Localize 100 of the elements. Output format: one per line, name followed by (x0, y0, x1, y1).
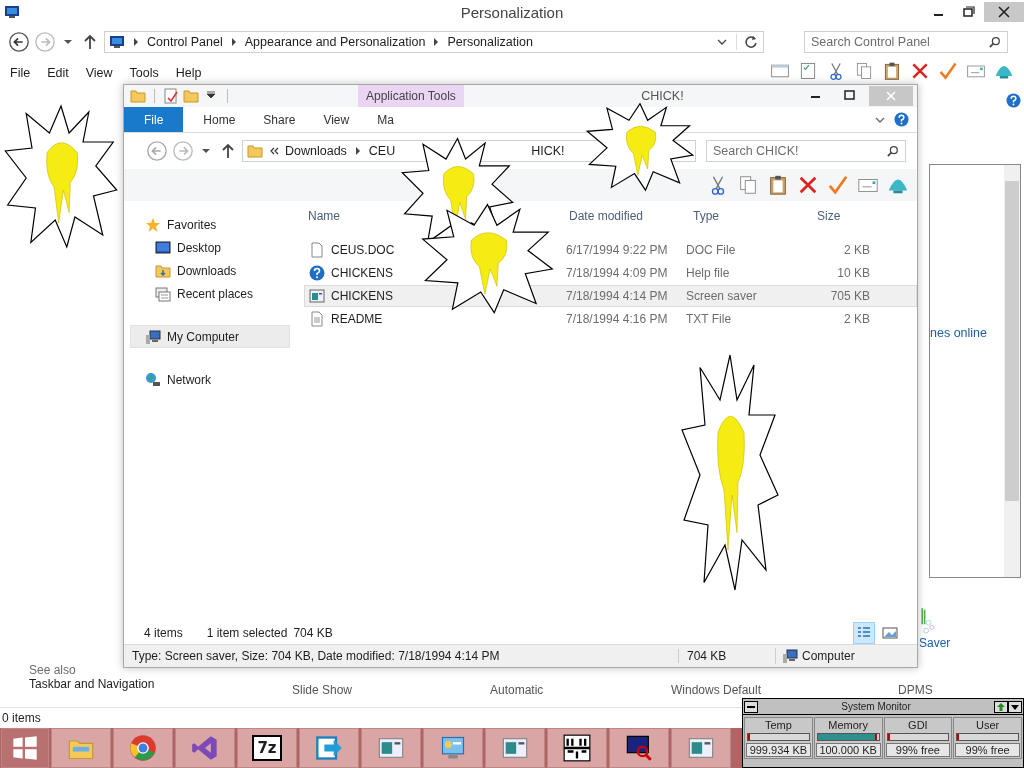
meter-label: Temp (764, 719, 792, 731)
magnifier-monitor-icon (625, 734, 653, 762)
refresh-icon[interactable] (736, 34, 759, 50)
online-link[interactable]: nes online (930, 326, 987, 340)
clipboard-icon[interactable] (767, 174, 789, 196)
nav-item[interactable]: Favorites (130, 213, 290, 236)
menu-item[interactable]: Help (175, 60, 202, 80)
copy-icon[interactable] (854, 61, 874, 81)
file-name: CEUS.DOC (331, 243, 395, 257)
taskbar-button[interactable] (609, 728, 669, 768)
ribbon-tab[interactable]: Home (189, 107, 250, 132)
menu-item[interactable]: Tools (129, 60, 159, 80)
menu-item[interactable]: Edit (47, 60, 69, 80)
clipboard-icon[interactable] (882, 61, 902, 81)
up-arrow-icon[interactable] (221, 143, 235, 159)
breadcrumb-item[interactable]: CEU (368, 144, 396, 158)
close-icon[interactable] (984, 2, 1024, 22)
file-row[interactable]: CEUS.DOC 6/17/1994 9:22 PM DOC File 2 KB (304, 239, 917, 261)
menu-item[interactable]: File (10, 60, 31, 80)
file-name: CHICKENS (331, 266, 393, 280)
setting-label[interactable]: Slide Show (292, 683, 490, 697)
ribbon-tab[interactable]: View (309, 107, 364, 132)
breadcrumb-item[interactable]: Downloads (285, 144, 347, 158)
up-arrow-icon[interactable] (83, 34, 97, 50)
checkmark-icon[interactable] (938, 61, 958, 81)
ribbon-tab[interactable]: Share (249, 107, 310, 132)
menu-box-icon[interactable] (744, 700, 758, 713)
details-view-icon[interactable] (853, 622, 875, 644)
nav-label: Recent places (177, 286, 254, 301)
dropdown-icon[interactable] (206, 91, 216, 101)
help-icon[interactable] (894, 112, 909, 127)
dropdown-icon[interactable] (1008, 700, 1022, 713)
control-panel-icon (439, 734, 467, 762)
dropdown-icon[interactable] (717, 37, 727, 47)
taskbar-button[interactable] (547, 728, 607, 768)
file-row[interactable]: CHICKENS 7/18/1994 4:14 PM Screen saver 705 KB (304, 285, 917, 307)
search-icon[interactable] (989, 36, 1001, 48)
nav-item[interactable]: Recent places (130, 282, 290, 305)
column-header[interactable]: Date modified (565, 209, 689, 223)
breadcrumb-item[interactable]: HICK! (531, 144, 565, 158)
up-arrow-icon[interactable] (994, 700, 1008, 713)
monitor-icon (4, 4, 20, 20)
file-details: Type: Screen saver, Size: 704 KB, Date modified: 7/18/1994 4:14 PM (131, 649, 501, 663)
taskbar-button[interactable]: 7z (237, 728, 297, 768)
nav-label: Downloads (177, 263, 237, 278)
taskbar-link[interactable]: Taskbar and Navigation (0, 677, 292, 691)
search-field[interactable]: Search Control Panel (804, 31, 1008, 53)
ball-icon (129, 734, 157, 762)
file-row[interactable]: README 7/18/1994 4:16 PM TXT File 2 KB (304, 308, 917, 330)
nav-item[interactable]: Downloads (130, 259, 290, 282)
dropdown-icon[interactable] (63, 37, 73, 47)
setting-label[interactable]: Windows Default (671, 683, 898, 697)
setting-label[interactable]: Automatic (490, 683, 671, 697)
date-cell-text: 7/18/1994 4:14 PM (565, 289, 669, 303)
meter-reading: 99% free (955, 743, 1020, 757)
menu-item[interactable]: View (85, 60, 113, 80)
screensaver-link[interactable]: Saver (919, 636, 951, 650)
double-chevron-icon (269, 147, 279, 155)
meter-label: User (976, 719, 1000, 731)
help-icon[interactable] (1006, 93, 1021, 108)
back-icon[interactable] (8, 31, 30, 53)
window-icon (309, 288, 325, 304)
nav-item[interactable]: My Computer (130, 325, 290, 348)
monitor-icon (109, 34, 125, 50)
meter-label: GDI (908, 719, 928, 731)
desktop-icon (155, 239, 171, 256)
ribbon-tab[interactable]: Ma (363, 107, 408, 132)
cross-icon[interactable] (910, 61, 930, 81)
document-icon (309, 242, 325, 258)
address-bar[interactable]: Control Panel Appearance and Personalization Personalization (104, 31, 764, 53)
dropdown-icon[interactable] (201, 146, 211, 156)
column-header[interactable]: Size (813, 209, 889, 223)
file-row[interactable]: CHICKENS 7/18/1994 4:09 PM Help file 10 KB (304, 262, 917, 284)
infinity-icon (191, 734, 219, 762)
search-field[interactable]: Search CHICK! (706, 140, 906, 162)
properties-icon[interactable] (163, 88, 179, 104)
search-input[interactable]: Search Control Panel (805, 35, 989, 49)
copy-icon[interactable] (737, 174, 759, 196)
column-header[interactable]: Type (689, 209, 813, 223)
window-title: CHICK! (640, 89, 685, 103)
cross-icon[interactable] (797, 174, 819, 196)
nav-label: Desktop (177, 240, 222, 255)
nav-item[interactable]: Desktop (130, 236, 290, 259)
section-heading: See also (29, 663, 77, 679)
recent-icon (155, 285, 171, 302)
checklist-icon[interactable] (798, 61, 818, 81)
checkmark-icon[interactable] (827, 174, 849, 196)
breadcrumb-item[interactable]: Appearance and Personalization (244, 35, 426, 49)
computer-icon (145, 328, 161, 345)
screensaver-icon[interactable] (919, 606, 935, 636)
setting-label[interactable]: DPMS (898, 683, 933, 697)
column-header[interactable]: Name (304, 209, 565, 223)
nav-item[interactable]: Network (130, 368, 290, 391)
breadcrumb-item[interactable]: Personalization (447, 35, 533, 49)
context-tab-header: Application Tools (358, 85, 464, 107)
search-input[interactable]: Search CHICK! (707, 144, 887, 158)
window-title: Personalization (459, 3, 565, 21)
scrollbar[interactable] (1004, 165, 1020, 577)
breadcrumb-item[interactable]: Control Panel (147, 35, 223, 49)
search-icon[interactable] (887, 145, 899, 157)
